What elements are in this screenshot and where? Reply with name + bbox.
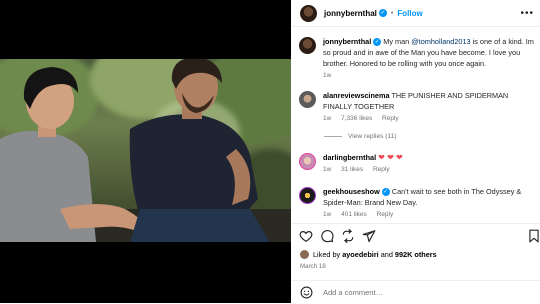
comment-avatar[interactable]: [299, 187, 316, 204]
verified-badge-icon: ✓: [373, 38, 382, 47]
likes-prefix: Liked by: [313, 250, 341, 259]
comment-author[interactable]: darlingbernthal: [323, 153, 376, 162]
comment-avatar[interactable]: [299, 91, 316, 108]
caption-mention-link[interactable]: @tomholland2013: [411, 37, 470, 46]
action-bar: [291, 223, 540, 248]
post-header: jonnybernthal ✓ • Follow •••: [291, 0, 540, 27]
post-photo: [0, 59, 291, 242]
comment-item: geekhouseshow ✓ Can't wait to see both in…: [299, 186, 535, 218]
send-icon[interactable]: [362, 229, 376, 243]
comment-author[interactable]: alanreviewscinema: [323, 91, 390, 100]
comment-item: alanreviewscinema THE PUNISHER AND SPIDE…: [299, 90, 535, 122]
comment-likes[interactable]: 401 likes: [341, 211, 367, 218]
post-side-panel: jonnybernthal ✓ • Follow ••• jonnybernth…: [291, 0, 540, 303]
author-username[interactable]: jonnybernthal: [324, 9, 377, 18]
comment-time: 1w: [323, 115, 332, 122]
caption-avatar[interactable]: [299, 37, 316, 54]
verified-badge-icon: ✓: [381, 188, 390, 197]
comment-avatar[interactable]: [299, 153, 316, 170]
emoji-icon[interactable]: [300, 286, 313, 299]
add-comment-input[interactable]: [321, 287, 525, 298]
view-replies-button[interactable]: View replies (11): [324, 133, 397, 140]
reply-button[interactable]: Reply: [377, 211, 394, 218]
likes-middle: and: [378, 250, 395, 259]
likes-user-link[interactable]: ayoedebiri: [342, 250, 379, 259]
comment-item: darlingbernthal ❤ ❤ ❤ 1w 31 likes Reply: [299, 152, 535, 173]
caption-author[interactable]: jonnybernthal: [323, 37, 371, 46]
comment-time: 1w: [323, 211, 332, 218]
author-avatar[interactable]: [300, 4, 317, 22]
comment-author[interactable]: geekhouseshow: [323, 187, 380, 196]
caption-time: 1w: [323, 72, 332, 79]
verified-badge-icon: ✓: [378, 9, 387, 17]
more-options-icon[interactable]: •••: [520, 8, 534, 19]
follow-button[interactable]: Follow: [397, 9, 422, 18]
comment-icon[interactable]: [320, 229, 334, 243]
likes-summary: Liked by ayoedebiri and 992K others: [300, 250, 437, 259]
add-comment-bar: [291, 280, 540, 304]
liker-avatar[interactable]: [300, 250, 309, 259]
reply-button[interactable]: Reply: [373, 166, 390, 173]
comment-hearts: ❤ ❤ ❤: [378, 153, 403, 162]
comment-likes[interactable]: 31 likes: [341, 166, 363, 173]
post-media[interactable]: [0, 0, 291, 303]
separator-dot: •: [390, 9, 394, 17]
reply-button[interactable]: Reply: [382, 115, 399, 122]
comment-time: 1w: [323, 166, 332, 173]
post-date: March 18: [300, 263, 326, 270]
bookmark-icon[interactable]: [527, 229, 540, 243]
comment-likes[interactable]: 7,336 likes: [341, 115, 372, 122]
caption-text-before: My man: [383, 37, 412, 46]
heart-icon[interactable]: [299, 229, 313, 243]
person-right: [129, 59, 270, 242]
post-caption: jonnybernthal ✓ My man @tomholland2013 is…: [299, 36, 535, 79]
likes-count-link[interactable]: 992K others: [395, 250, 437, 259]
view-replies-label: View replies (11): [348, 133, 397, 140]
share-icon[interactable]: [341, 229, 355, 243]
view-replies-line: [324, 136, 342, 137]
